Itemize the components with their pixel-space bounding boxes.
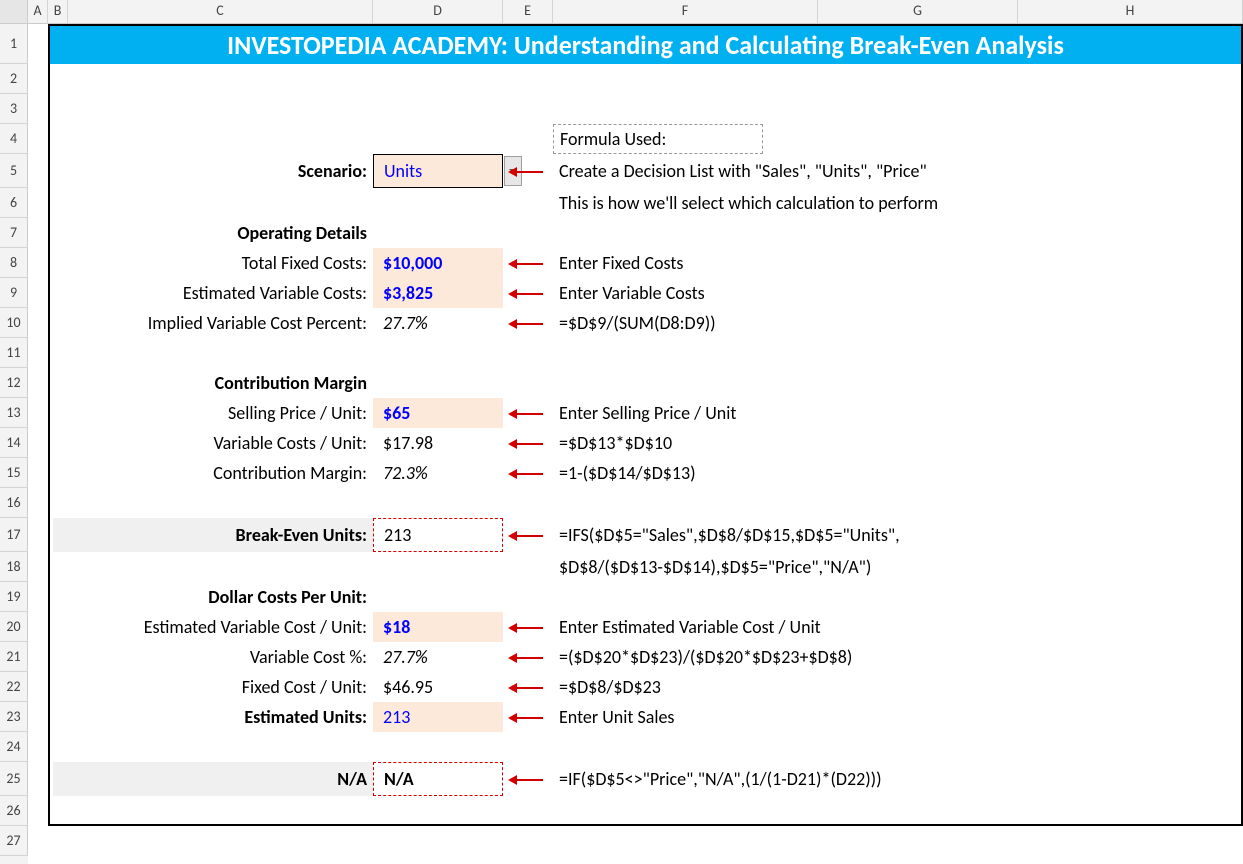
scenario-note2: This is how we'll select which calculati… [553,188,1243,218]
row-header-12[interactable]: 12 [0,368,28,398]
est-var-unit-note: Enter Estimated Variable Cost / Unit [553,612,1243,642]
row-header-18[interactable]: 18 [0,552,28,582]
arrow-est-units [511,717,543,719]
fixed-costs-note: Enter Fixed Costs [553,248,1243,278]
sell-price-cell[interactable]: $65 [373,398,503,428]
arrow-impl-pct [511,323,543,325]
arrow-be-units [511,535,543,537]
cm-note: =1-($D$14/$D$13) [553,458,1243,488]
cm-label: Contribution Margin: [68,458,373,488]
arrow-fixed-unit [511,687,543,689]
be-units-cell[interactable]: 213 [373,518,503,552]
var-unit-note: =$D$13*$D$10 [553,428,1243,458]
scenario-cell[interactable]: Units [373,154,503,188]
col-header-B[interactable]: B [48,0,68,24]
row-header-8[interactable]: 8 [0,248,28,278]
scenario-note1: Create a Decision List with "Sales", "Un… [553,154,1243,188]
row-header-13[interactable]: 13 [0,398,28,428]
impl-pct-note: =$D$9/(SUM(D8:D9)) [553,308,1243,338]
row-header-23[interactable]: 23 [0,702,28,732]
row-header-25[interactable]: 25 [0,762,28,796]
row-header-1[interactable]: 1 [0,24,28,64]
fixed-unit-label: Fixed Cost / Unit: [68,672,373,702]
row-header-24[interactable]: 24 [0,732,28,762]
row-header-17[interactable]: 17 [0,518,28,552]
na-cell[interactable]: N/A [373,762,503,796]
row-header-4[interactable]: 4 [0,124,28,154]
page-title: INVESTOPEDIA ACADEMY: Understanding and … [48,24,1243,64]
col-header-F[interactable]: F [553,0,818,24]
grid-area: INVESTOPEDIA ACADEMY: Understanding and … [28,24,1243,864]
arrow-scenario [511,171,543,173]
row-header-27[interactable]: 27 [0,826,28,856]
row-header-15[interactable]: 15 [0,458,28,488]
col-header-H[interactable]: H [1018,0,1243,24]
cm-cell[interactable]: 72.3% [373,458,503,488]
est-units-cell[interactable]: 213 [373,702,503,732]
arrow-var-unit [511,443,543,445]
arrow-var-costs [511,293,543,295]
fixed-costs-label: Total Fixed Costs: [68,248,373,278]
sell-price-label: Selling Price / Unit: [68,398,373,428]
col-header-D[interactable]: D [373,0,503,24]
impl-pct-cell[interactable]: 27.7% [373,308,503,338]
be-units-note1: =IFS($D$5="Sales",$D$8/$D$15,$D$5="Units… [553,518,1243,552]
row-header-2[interactable]: 2 [0,64,28,94]
var-pct-note: =($D$20*$D$23)/($D$20*$D$23+$D$8) [553,642,1243,672]
impl-pct-label: Implied Variable Cost Percent: [68,308,373,338]
row-header-16[interactable]: 16 [0,488,28,518]
row-header-7[interactable]: 7 [0,218,28,248]
var-costs-note: Enter Variable Costs [553,278,1243,308]
est-units-label: Estimated Units: [68,702,373,732]
cm-header: Contribution Margin [68,368,373,398]
col-header-A[interactable]: A [28,0,48,24]
row-header-3[interactable]: 3 [0,94,28,124]
var-pct-label: Variable Cost %: [68,642,373,672]
col-header-G[interactable]: G [818,0,1018,24]
be-units-label: Break-Even Units: [53,518,373,552]
row-header-14[interactable]: 14 [0,428,28,458]
fixed-unit-cell[interactable]: $46.95 [373,672,503,702]
na-note: =IF($D$5<>"Price","N/A",(1/(1-D21)*(D22)… [553,762,1243,796]
row-header-9[interactable]: 9 [0,278,28,308]
row-header-10[interactable]: 10 [0,308,28,338]
scenario-label: Scenario: [68,154,373,188]
be-units-note2: $D$8/($D$13-$D$14),$D$5="Price","N/A") [553,552,1243,582]
row-header-19[interactable]: 19 [0,582,28,612]
column-headers: ABCDEFGH [28,0,1243,24]
select-all-corner[interactable] [0,0,28,24]
var-costs-label: Estimated Variable Costs: [68,278,373,308]
var-pct-cell[interactable]: 27.7% [373,642,503,672]
col-header-E[interactable]: E [503,0,553,24]
col-header-C[interactable]: C [68,0,373,24]
spreadsheet: ABCDEFGH 1234567891011121314151617181920… [0,0,1243,864]
arrow-est-var-unit [511,627,543,629]
na-label: N/A [53,762,373,796]
row-header-26[interactable]: 26 [0,796,28,826]
row-header-11[interactable]: 11 [0,338,28,368]
est-units-note: Enter Unit Sales [553,702,1243,732]
operating-details-header: Operating Details [68,218,373,248]
row-header-21[interactable]: 21 [0,642,28,672]
var-unit-label: Variable Costs / Unit: [68,428,373,458]
formula-used-label: Formula Used: [553,124,763,154]
sell-price-note: Enter Selling Price / Unit [553,398,1243,428]
fixed-unit-note: =$D$8/$D$23 [553,672,1243,702]
arrow-fixed-costs [511,263,543,265]
row-header-22[interactable]: 22 [0,672,28,702]
arrow-cm [511,473,543,475]
row-header-5[interactable]: 5 [0,154,28,188]
row-header-6[interactable]: 6 [0,188,28,218]
arrow-sell-price [511,413,543,415]
var-unit-cell[interactable]: $17.98 [373,428,503,458]
fixed-costs-cell[interactable]: $10,000 [373,248,503,278]
est-var-unit-label: Estimated Variable Cost / Unit: [68,612,373,642]
dollar-header: Dollar Costs Per Unit: [68,582,373,612]
row-header-20[interactable]: 20 [0,612,28,642]
est-var-unit-cell[interactable]: $18 [373,612,503,642]
arrow-var-pct [511,657,543,659]
row-headers: 1234567891011121314151617181920212223242… [0,24,28,864]
var-costs-cell[interactable]: $3,825 [373,278,503,308]
arrow-na [511,779,543,781]
